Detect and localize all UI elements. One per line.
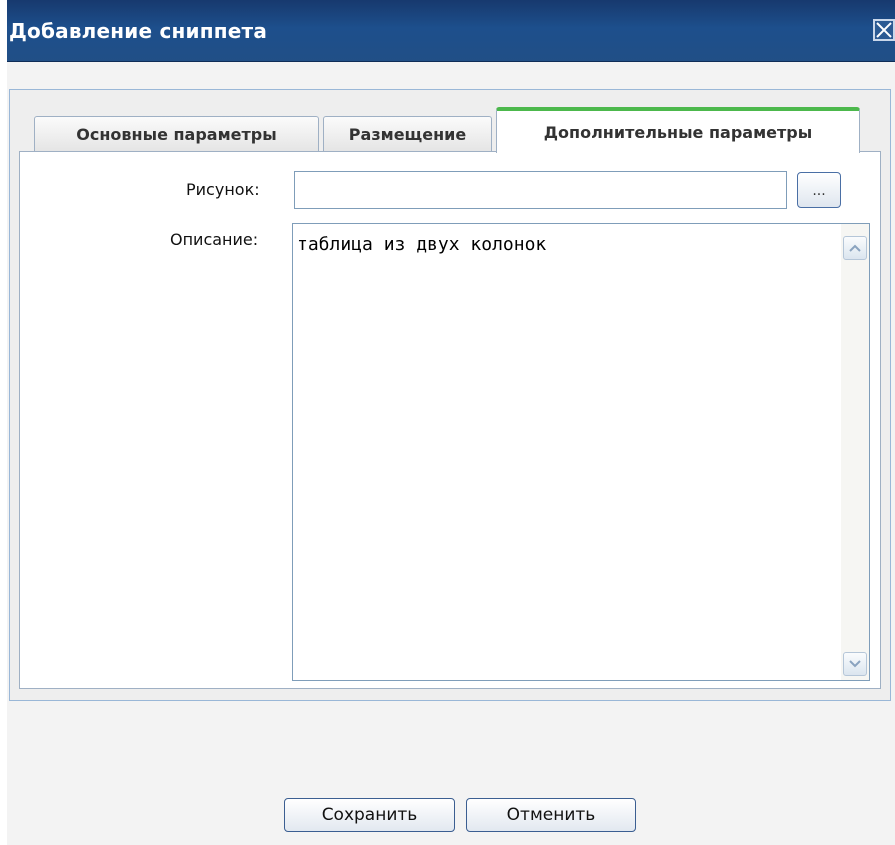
dialog-title: Добавление сниппета xyxy=(9,19,268,43)
scroll-down-icon[interactable] xyxy=(843,652,867,676)
scroll-up-icon[interactable] xyxy=(843,236,867,260)
tab-strip: Основные параметры Размещение Дополнител… xyxy=(10,90,890,153)
description-scrollbar[interactable] xyxy=(841,224,869,680)
scrollbar-track[interactable] xyxy=(841,264,869,646)
tab-placement[interactable]: Размещение xyxy=(323,116,492,152)
image-label: Рисунок: xyxy=(186,180,260,199)
snippet-dialog: Добавление сниппета Основные параметры Р… xyxy=(7,0,895,845)
close-icon[interactable] xyxy=(873,19,895,41)
description-label: Описание: xyxy=(170,230,259,249)
tab-content: Рисунок: ... Описание: таблица из двух к… xyxy=(19,151,881,689)
description-field: таблица из двух колонок xyxy=(292,223,870,681)
tab-panel: Основные параметры Размещение Дополнител… xyxy=(9,89,891,701)
browse-button[interactable]: ... xyxy=(797,172,841,208)
cancel-button[interactable]: Отменить xyxy=(466,798,636,832)
tab-additional-params[interactable]: Дополнительные параметры xyxy=(496,107,860,153)
tab-main-params[interactable]: Основные параметры xyxy=(34,116,319,152)
title-bar[interactable]: Добавление сниппета xyxy=(7,0,895,62)
image-input[interactable] xyxy=(294,171,787,209)
description-textarea[interactable]: таблица из двух колонок xyxy=(293,224,841,680)
save-button[interactable]: Сохранить xyxy=(284,798,455,832)
